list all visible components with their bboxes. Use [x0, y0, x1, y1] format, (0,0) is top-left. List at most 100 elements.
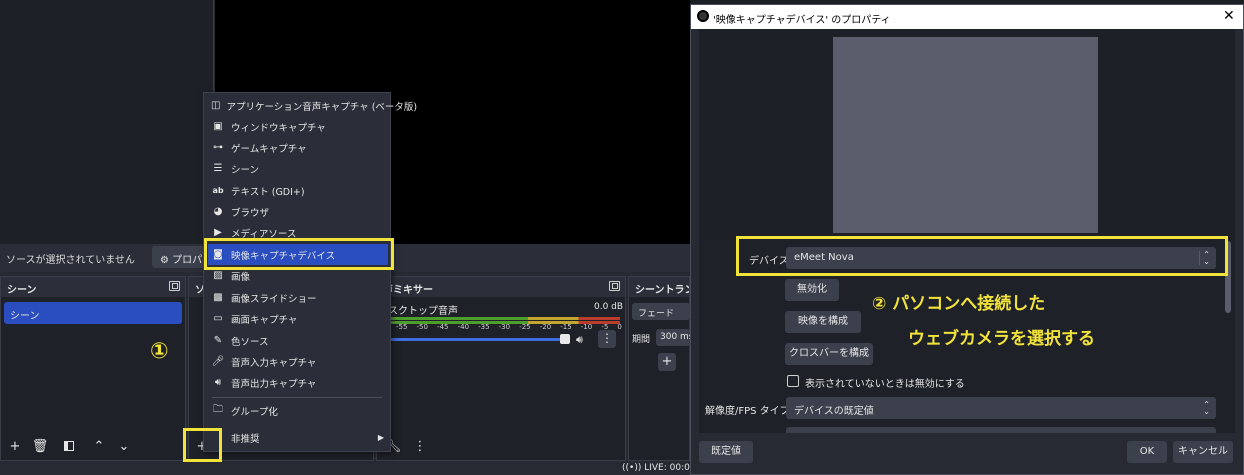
add-scene-button[interactable]: +	[6, 437, 24, 455]
menu-item-label: 画像スライドショー	[231, 293, 317, 305]
menu-item-text-gdi[interactable]: ab テキスト (GDI+)	[208, 180, 388, 201]
menu-item-audio-input-capture[interactable]: 🎤︎ 音声入力キャプチャ	[208, 351, 388, 372]
submenu-arrow-icon: ▶	[377, 433, 384, 442]
plus-icon: +	[9, 438, 21, 454]
trash-icon: 🗑︎	[31, 438, 49, 454]
meter-tick: -15	[560, 323, 572, 331]
plus-icon: +	[661, 354, 673, 369]
transition-duration-value: 300 ms	[660, 332, 690, 342]
move-scene-down-button[interactable]: ⌄	[115, 437, 133, 455]
monitor-icon: ▭	[213, 313, 223, 324]
menu-item-audio-output-capture[interactable]: 🔊︎ 音声出力キャプチャ	[208, 372, 388, 393]
highlight-add-source-button	[183, 428, 222, 462]
menu-item-group[interactable]: 🗀︎ グループ化	[208, 400, 388, 421]
close-icon[interactable]: ✕	[1223, 8, 1235, 24]
meter-tick: -35	[478, 323, 490, 331]
remove-scene-button[interactable]: 🗑︎	[31, 437, 49, 455]
transitions-title: シーントランジ	[635, 285, 689, 296]
ok-button[interactable]: OK	[1127, 441, 1167, 463]
chevron-down-icon: ⌄	[118, 438, 130, 454]
status-bar	[0, 461, 690, 475]
mixer-menu-button[interactable]: ⋮	[598, 330, 616, 348]
menu-item-label: 音声入力キャプチャ	[231, 357, 317, 369]
text-icon: ab	[212, 186, 224, 195]
chevron-up-icon: ⌃	[93, 438, 105, 454]
transition-duration-input[interactable]: 300 ms	[656, 329, 690, 346]
menu-item-label: テキスト (GDI+)	[231, 186, 305, 198]
scene-item-label: シーン	[10, 311, 40, 322]
resolution-fps-type-value: デバイスの既定値	[794, 406, 874, 417]
step-2-caption-line-2: ウェブカメラを選択する	[908, 329, 1095, 349]
dialog-title: '映像キャプチャデバイス' のプロパティ	[713, 15, 891, 26]
globe-icon: ◕	[213, 206, 223, 217]
undock-icon[interactable]	[609, 281, 620, 291]
color-brush-icon: ✎	[213, 335, 223, 346]
move-scene-up-button[interactable]: ⌃	[90, 437, 108, 455]
configure-crossbar-button[interactable]: クロスバーを構成	[785, 343, 873, 365]
add-source-context-menu: ◫ アプリケーション音声キャプチャ (ベータ版) ▣ ウィンドウキャプチャ ⊶ …	[203, 92, 417, 452]
deactivate-when-hidden-checkbox[interactable]	[787, 375, 799, 387]
menu-item-application-audio-capture[interactable]: ◫ アプリケーション音声キャプチャ (ベータ版)	[208, 95, 417, 116]
live-status-text: LIVE: 00:00:0	[644, 463, 690, 473]
scenes-dock-title: シーン	[7, 285, 37, 296]
menu-item-label: アプリケーション音声キャプチャ (ベータ版)	[226, 101, 418, 113]
speaker-icon[interactable]: 🔊︎	[576, 333, 583, 347]
obs-logo-icon	[697, 10, 709, 22]
meter-tick: -25	[519, 323, 531, 331]
resolution-fps-type-label: 解像度/FPS タイプ	[705, 406, 790, 417]
menu-item-deprecated[interactable]: 非推奨 ▶	[208, 427, 388, 448]
menu-item-label: ブラウザ	[231, 207, 270, 219]
window-capture-icon: ▣	[213, 121, 223, 132]
highlight-video-capture-device	[204, 238, 394, 270]
menu-item-color-source[interactable]: ✎ 色ソース	[208, 330, 388, 351]
scenes-dock: シーン シーン	[0, 276, 186, 461]
menu-item-label: グループ化	[231, 406, 278, 418]
slideshow-icon: ▩	[213, 292, 223, 303]
transition-duration-label: 期間	[632, 335, 651, 345]
meter-tick: -20	[539, 323, 552, 331]
image-icon: ▨	[213, 270, 223, 281]
menu-item-label: 画面キャプチャ	[231, 314, 298, 326]
transition-type-select[interactable]: フェード	[632, 303, 690, 320]
live-status: ((•)) LIVE: 00:00:0	[622, 463, 690, 473]
mixer-db-value: 0.0 dB	[594, 302, 624, 312]
menu-item-browser[interactable]: ◕ ブラウザ	[208, 201, 388, 222]
menu-item-scene[interactable]: ☰ シーン	[208, 158, 388, 179]
add-transition-button[interactable]: +	[658, 353, 676, 371]
menu-item-game-capture[interactable]: ⊶ ゲームキャプチャ	[208, 137, 388, 158]
undock-icon[interactable]	[169, 281, 180, 291]
menu-item-label: 色ソース	[231, 336, 269, 348]
menu-item-label: 画像	[231, 271, 251, 283]
meter-tick: -45	[437, 323, 449, 331]
menu-item-display-capture[interactable]: ▭ 画面キャプチャ	[208, 308, 388, 329]
deactivate-button[interactable]: 無効化	[785, 279, 839, 301]
defaults-button[interactable]: 既定値	[699, 441, 753, 463]
menu-item-label: 音声出力キャプチャ	[231, 378, 317, 390]
microphone-icon: 🎤︎	[211, 356, 225, 367]
resolution-fps-type-select[interactable]: デバイスの既定値 ⌃ ⌄	[786, 397, 1216, 419]
menu-item-label: シーン	[231, 164, 260, 176]
highlight-device-select	[736, 236, 1228, 276]
mixer-more-button[interactable]: ⋮	[411, 437, 429, 455]
audio-mixer-header: 声ミキサー	[377, 277, 625, 297]
play-icon: ▶	[214, 227, 222, 238]
scene-filters-button[interactable]	[60, 437, 78, 455]
menu-item-label: 非推奨	[231, 433, 260, 445]
gear-icon: ⚙	[160, 255, 169, 266]
menu-item-window-capture[interactable]: ▣ ウィンドウキャプチャ	[208, 116, 388, 137]
meter-tick: -40	[457, 323, 470, 331]
cancel-button[interactable]: キャンセル	[1173, 441, 1233, 463]
step-1-marker: ①	[150, 339, 169, 364]
mixer-track-name: スクトップ音声	[388, 306, 458, 317]
filter-icon	[64, 441, 74, 451]
menu-item-image-slideshow[interactable]: ▩ 画像スライドショー	[208, 287, 388, 308]
volume-slider[interactable]	[390, 338, 564, 341]
more-vertical-icon: ⋮	[601, 331, 613, 345]
configure-video-button[interactable]: 映像を構成	[785, 311, 861, 333]
menu-item-label: ゲームキャプチャ	[231, 143, 307, 155]
deactivate-when-hidden-label: 表示されていないときは無効にする	[805, 379, 965, 390]
scenes-dock-header: シーン	[1, 277, 185, 297]
scene-list-item[interactable]: シーン	[4, 302, 182, 324]
volume-slider-handle[interactable]	[560, 334, 570, 344]
camera-preview	[833, 37, 1098, 233]
